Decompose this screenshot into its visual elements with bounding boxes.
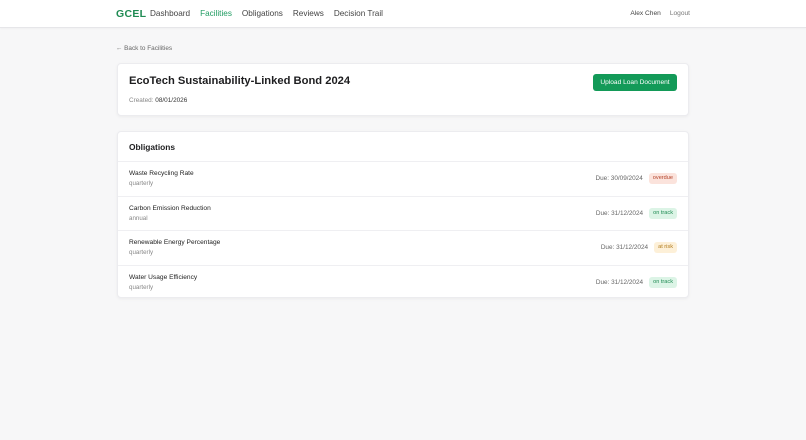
nav-obligations[interactable]: Obligations xyxy=(242,9,283,18)
created-value: 08/01/2026 xyxy=(155,97,188,104)
obligations-heading: Obligations xyxy=(129,142,176,152)
list-item[interactable]: Waste Recycling Rate quarterly Due: 30/0… xyxy=(118,161,688,196)
main-nav: Dashboard Facilities Obligations Reviews… xyxy=(150,9,383,18)
obligation-frequency: annual xyxy=(129,214,148,222)
facility-header-card: EcoTech Sustainability-Linked Bond 2024 … xyxy=(117,63,689,116)
status-badge: at risk xyxy=(654,242,677,253)
obligation-due-date: Due: 30/09/2024 xyxy=(595,175,643,182)
nav-decision-trail[interactable]: Decision Trail xyxy=(334,9,383,18)
status-badge: overdue xyxy=(648,173,677,184)
user-area: Alex Chen Logout xyxy=(630,10,690,17)
status-badge: on track xyxy=(649,276,677,288)
page-title: EcoTech Sustainability-Linked Bond 2024 xyxy=(129,75,351,87)
nav-reviews[interactable]: Reviews xyxy=(293,9,324,18)
obligation-due-date: Due: 31/12/2024 xyxy=(595,209,644,217)
list-item[interactable]: Water Usage Efficiency quarterly Due: 31… xyxy=(118,264,688,300)
nav-facilities[interactable]: Facilities xyxy=(200,9,232,18)
obligation-name: Waste Recycling Rate xyxy=(129,170,194,177)
nav-dashboard[interactable]: Dashboard xyxy=(150,9,190,18)
created-label: Created: xyxy=(129,97,154,104)
obligations-list: Waste Recycling Rate quarterly Due: 30/0… xyxy=(118,161,688,299)
obligation-due-date: Due: 31/12/2024 xyxy=(595,278,644,286)
brand-logo[interactable]: GCEL xyxy=(116,8,146,20)
obligation-frequency: quarterly xyxy=(129,180,154,187)
obligation-due-date: Due: 31/12/2024 xyxy=(600,244,649,251)
obligations-card: Obligations Waste Recycling Rate quarter… xyxy=(117,131,689,298)
logout-link[interactable]: Logout xyxy=(670,10,690,17)
list-item[interactable]: Carbon Emission Reduction annual Due: 31… xyxy=(118,195,688,231)
obligation-name: Water Usage Efficiency xyxy=(129,273,198,281)
list-item[interactable]: Renewable Energy Percentage quarterly Du… xyxy=(118,230,688,265)
top-nav-bar: GCEL Dashboard Facilities Obligations Re… xyxy=(0,0,806,28)
obligation-name: Renewable Energy Percentage xyxy=(129,239,221,246)
obligation-frequency: quarterly xyxy=(129,283,154,291)
obligation-name: Carbon Emission Reduction xyxy=(129,204,211,212)
created-date: Created: 08/01/2026 xyxy=(129,97,187,104)
obligation-frequency: quarterly xyxy=(129,249,154,256)
status-badge: on track xyxy=(649,207,677,219)
user-name: Alex Chen xyxy=(630,10,661,17)
back-to-facilities-link[interactable]: ← Back to Facilities xyxy=(116,45,172,52)
upload-loan-document-button[interactable]: Upload Loan Document xyxy=(593,74,677,91)
